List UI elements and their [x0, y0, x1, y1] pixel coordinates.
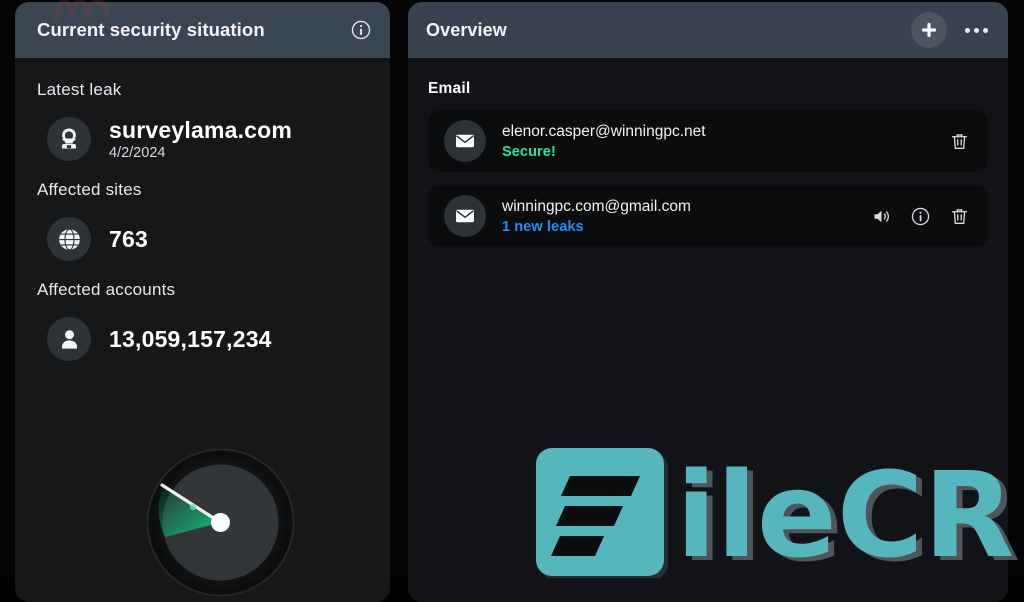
stat-label: Latest leak — [37, 80, 122, 99]
email-address: elenor.casper@winningpc.net — [502, 122, 706, 140]
globe-icon — [47, 217, 91, 261]
current-security-situation-panel: Current security situation Latest leak s… — [15, 2, 390, 602]
item-texts: winningpc.com@gmail.com 1 new leaks — [502, 198, 871, 235]
envelope-icon — [444, 195, 486, 237]
stat-texts: 763 — [109, 226, 148, 252]
stat-value: 13,059,157,234 — [109, 325, 272, 352]
email-address: winningpc.com@gmail.com — [502, 197, 691, 215]
info-circle-icon[interactable] — [910, 206, 931, 227]
person-icon — [47, 317, 91, 361]
ellipsis-icon[interactable] — [961, 22, 992, 39]
stat-value: 763 — [109, 225, 148, 252]
list-item[interactable]: winningpc.com@gmail.com 1 new leaks — [428, 185, 988, 247]
stat-affected-sites: Affected sites 763 — [15, 180, 390, 270]
stat-label: Affected sites — [37, 180, 142, 199]
stat-value: surveylama.com — [109, 117, 293, 144]
trash-icon[interactable] — [949, 206, 970, 227]
item-texts: elenor.casper@winningpc.net Secure! — [502, 123, 949, 160]
overview-title: Overview — [426, 19, 507, 40]
page-title: Current security situation — [37, 19, 265, 40]
overview-panel: Overview Email elenor.casper@winningpc.n… — [408, 2, 1008, 602]
status-badge: Secure! — [502, 143, 556, 160]
left-panel-header: Current security situation — [15, 2, 390, 58]
right-panel-header: Overview — [408, 2, 1008, 58]
item-actions — [871, 206, 974, 227]
right-panel-body: Email elenor.casper@winningpc.net Secure… — [408, 58, 1008, 247]
section-label-email: Email — [428, 80, 471, 97]
speaker-icon[interactable] — [871, 206, 892, 227]
radar-sweep-gauge — [143, 445, 298, 600]
stat-affected-accounts: Affected accounts 13,059,157,234 — [15, 280, 390, 370]
stat-texts: surveylama.com 4/2/2024 — [109, 117, 292, 160]
header-actions — [911, 12, 992, 48]
list-item[interactable]: elenor.casper@winningpc.net Secure! — [428, 110, 988, 172]
left-panel-body: Latest leak surveylama.com 4/2/2024 Affe… — [15, 58, 390, 370]
stat-latest-leak: Latest leak surveylama.com 4/2/2024 — [15, 80, 390, 170]
stat-row: 13,059,157,234 — [15, 308, 390, 370]
envelope-icon — [444, 120, 486, 162]
stat-texts: 13,059,157,234 — [109, 326, 272, 352]
stat-row: surveylama.com 4/2/2024 — [15, 108, 390, 170]
item-actions — [949, 131, 974, 152]
hacker-hood-icon — [47, 117, 91, 161]
stat-date: 4/2/2024 — [109, 144, 166, 161]
info-circle-icon[interactable] — [350, 19, 372, 41]
status-badge: 1 new leaks — [502, 218, 584, 235]
plus-icon[interactable] — [911, 12, 947, 48]
trash-icon[interactable] — [949, 131, 970, 152]
stat-label: Affected accounts — [37, 280, 176, 299]
app-root: Current security situation Latest leak s… — [0, 0, 1024, 602]
stat-row: 763 — [15, 208, 390, 270]
